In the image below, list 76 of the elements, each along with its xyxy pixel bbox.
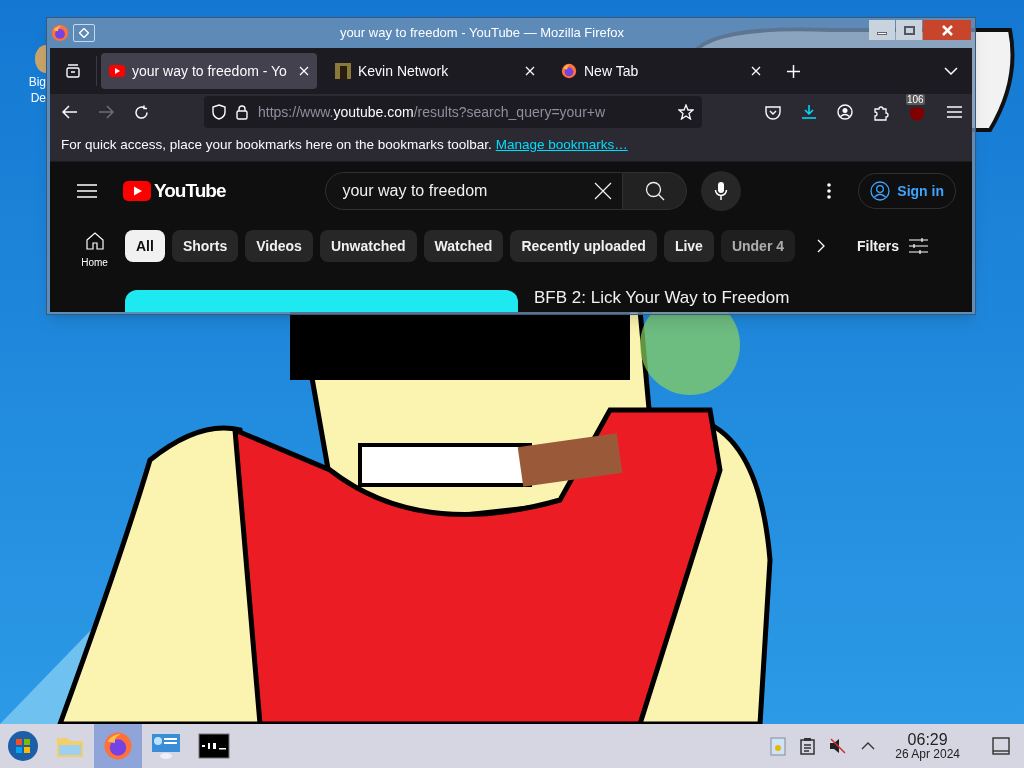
filter-chip[interactable]: Videos — [245, 230, 313, 262]
reload-icon[interactable] — [134, 104, 149, 120]
address-bar[interactable]: https://www.youtube.com/results?search_query=your+w — [204, 96, 702, 128]
url-text: https://www.youtube.com/results?search_query=your+w — [258, 102, 607, 122]
play-logo-icon — [109, 65, 125, 77]
more-options-icon[interactable] — [827, 183, 832, 199]
clear-icon[interactable] — [594, 182, 613, 200]
picture-favicon-icon — [335, 63, 351, 79]
browser-tab[interactable]: New Tab — [553, 53, 769, 89]
filter-chip[interactable]: Under 4 — [720, 230, 795, 262]
tray-icon — [65, 63, 81, 79]
terminal-icon — [198, 733, 230, 759]
chevron-down-icon[interactable] — [944, 67, 958, 75]
account-icon[interactable] — [837, 104, 853, 120]
filters-button[interactable]: Filters — [857, 235, 929, 257]
window-pin-button[interactable] — [73, 24, 95, 42]
close-icon[interactable] — [525, 66, 535, 76]
youtube-logo[interactable]: YouTube — [123, 176, 226, 206]
logo-text: YouTube — [154, 178, 226, 203]
manage-bookmarks-link[interactable]: Manage bookmarks… — [495, 135, 628, 156]
search-button[interactable] — [623, 172, 688, 210]
browser-tab[interactable]: Kevin Network — [327, 53, 543, 89]
clock[interactable]: 06:29 26 Apr 2024 — [895, 731, 960, 761]
tab-title: your way to freedom - Yo — [132, 61, 288, 81]
star-icon[interactable] — [678, 104, 694, 120]
download-icon[interactable] — [801, 104, 817, 120]
desktop-icon-label: De — [30, 90, 46, 106]
filter-chip[interactable]: Unwatched — [319, 230, 417, 262]
padlock-icon — [236, 104, 248, 120]
speaker-icon[interactable] — [829, 737, 848, 755]
back-arrow-icon[interactable] — [62, 105, 78, 119]
tab-title: New Tab — [584, 61, 640, 81]
microphone-icon — [714, 181, 729, 201]
close-button[interactable] — [923, 20, 971, 40]
minimize-button[interactable] — [869, 20, 895, 40]
browser-tab[interactable]: your way to freedom - Yo — [101, 53, 317, 89]
plus-icon[interactable] — [787, 64, 800, 78]
firefox-window-icon — [51, 24, 69, 42]
pocket-icon[interactable] — [765, 104, 781, 120]
play-logo-icon — [123, 181, 151, 201]
filter-chip[interactable]: Live — [663, 230, 714, 262]
home-icon — [85, 232, 104, 250]
bookmarks-hint-text: For quick access, place your bookmarks here on the bookmarks toolbar. — [61, 136, 492, 155]
firefox-icon — [103, 731, 133, 761]
user-circle-icon — [870, 181, 891, 201]
close-icon[interactable] — [299, 66, 309, 76]
firefox-icon — [561, 63, 577, 79]
window-title: your way to freedom - YouTube — Mozilla Firefox — [338, 24, 626, 43]
close-icon — [941, 24, 953, 36]
sliders-icon — [909, 238, 929, 254]
shield-icon — [212, 104, 226, 120]
desktop-icon-label: Big — [28, 74, 46, 90]
puzzle-piece-icon[interactable] — [873, 103, 889, 121]
filter-chip[interactable]: Recently uploaded — [510, 230, 657, 262]
maximize-button[interactable] — [896, 20, 922, 40]
search-icon — [644, 181, 665, 201]
sidebar-item[interactable]: Home — [81, 232, 108, 270]
clipboard-icon[interactable] — [800, 737, 816, 755]
windows-orb-icon — [7, 730, 39, 762]
close-icon[interactable] — [751, 66, 761, 76]
computer-network-icon — [150, 731, 182, 761]
chevron-up-icon[interactable] — [861, 742, 876, 750]
extension-count-badge: 106 — [906, 94, 925, 105]
filter-chip[interactable]: All — [125, 230, 165, 262]
filter-chip[interactable]: Watched — [423, 230, 504, 262]
menu-icon[interactable] — [77, 184, 97, 198]
chevron-right-icon[interactable] — [817, 239, 825, 253]
video-title[interactable]: BFB 2: Lick Your Way to Freedom — [534, 285, 790, 307]
diamond-icon — [79, 28, 89, 38]
search-field[interactable]: your way to freedom — [325, 172, 624, 210]
filter-chip[interactable]: Shorts — [171, 230, 239, 262]
clipboard-note-icon[interactable] — [770, 736, 787, 756]
menu-icon[interactable] — [947, 106, 962, 118]
show-desktop-icon[interactable] — [992, 737, 1010, 755]
tab-title: Kevin Network — [358, 61, 450, 81]
microphone-button[interactable] — [701, 171, 742, 211]
